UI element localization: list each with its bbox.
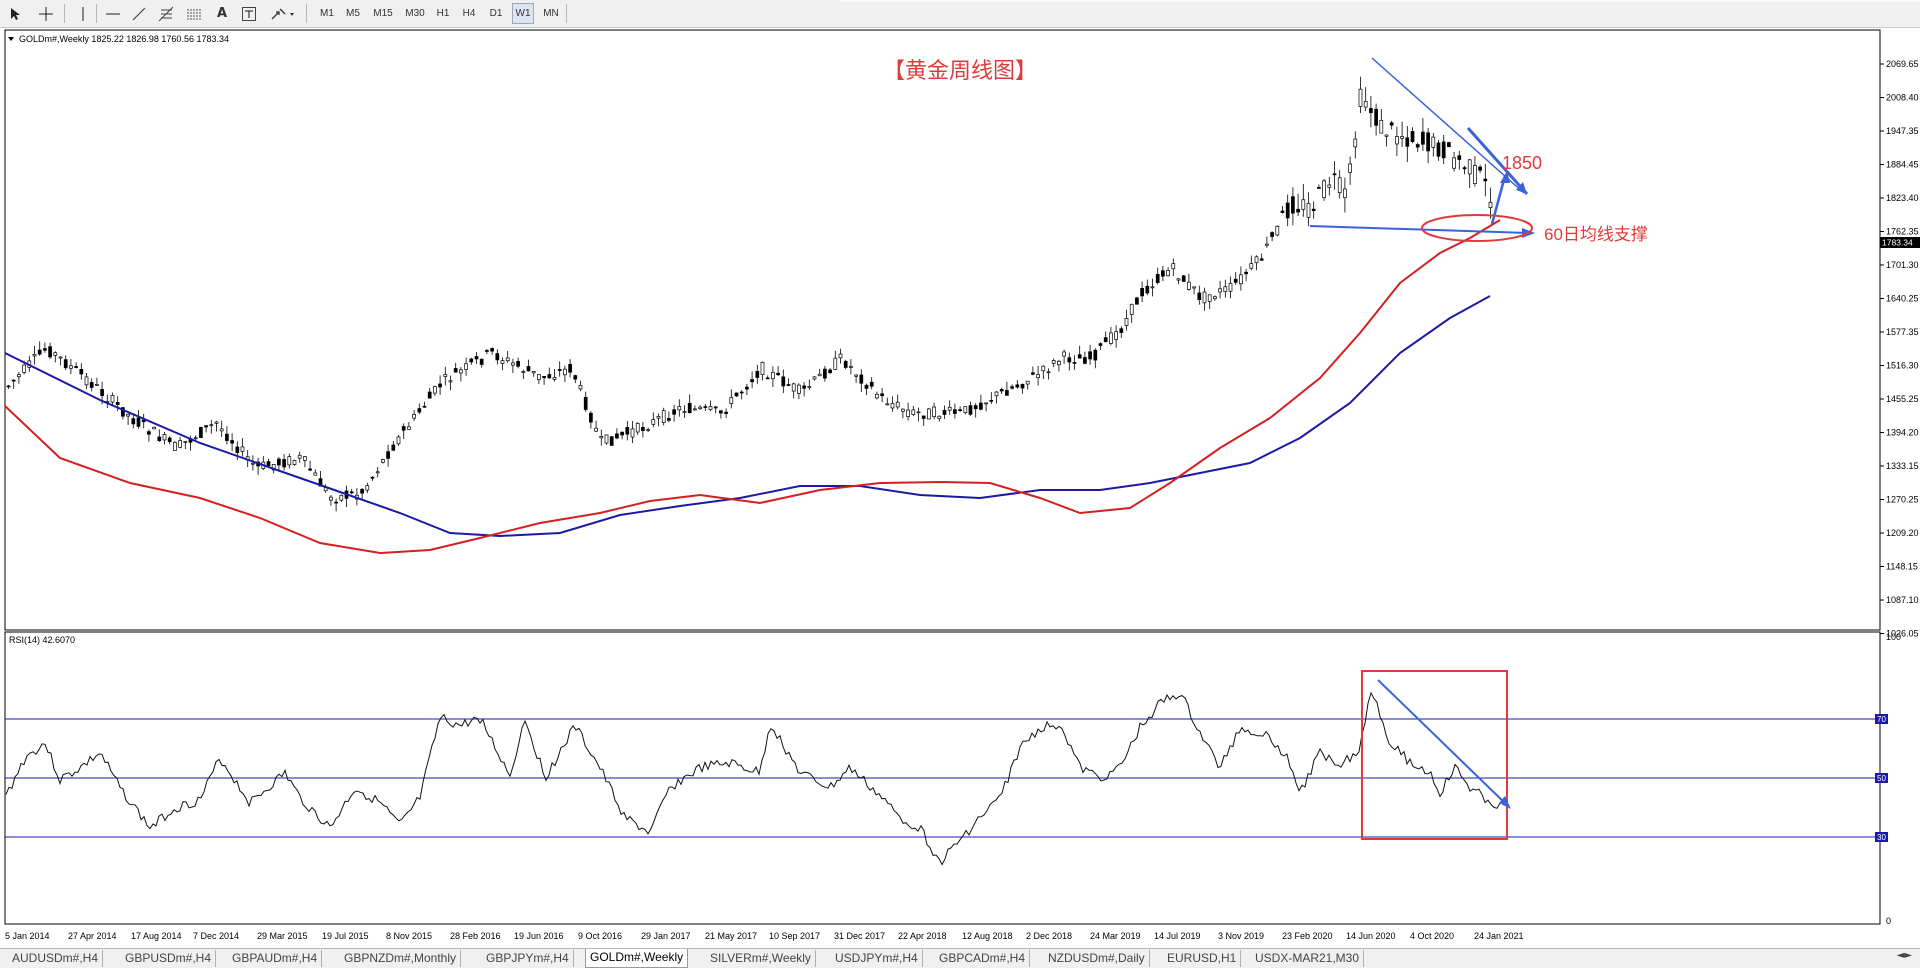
date-axis-label: 12 Aug 2018	[962, 931, 1013, 941]
main-pane	[4, 29, 1881, 631]
date-axis-label: 21 May 2017	[705, 931, 757, 941]
chart-tab[interactable]: GBPJPYm#,H4	[482, 950, 574, 967]
chart-tabs: AUDUSDm#,H4 GBPUSDm#,H4 GBPAUDm#,H4 GBPNZDm…	[0, 948, 1920, 968]
current-price-label: 1783.34	[1882, 238, 1913, 248]
date-axis-label: 29 Mar 2015	[257, 931, 308, 941]
price-axis-label: 1823.40	[1886, 193, 1919, 203]
annotation-support: 60日均线支撑	[1544, 225, 1648, 244]
cursor-icon[interactable]	[6, 3, 26, 24]
date-axis-label: 9 Oct 2016	[578, 931, 622, 941]
date-axis-label: 27 Apr 2014	[68, 931, 117, 941]
date-axis-label: 24 Mar 2019	[1090, 931, 1141, 941]
timeframe-m1[interactable]: M1	[316, 3, 338, 24]
timeframe-d1[interactable]: D1	[484, 3, 508, 24]
annotation-target: 1850	[1502, 153, 1542, 173]
date-axis-label: 19 Jun 2016	[514, 931, 564, 941]
date-axis-label: 22 Apr 2018	[898, 931, 947, 941]
price-axis-label: 1270.25	[1886, 495, 1919, 505]
timeframe-m30[interactable]: M30	[402, 3, 428, 24]
annotation-title: 【黄金周线图】	[883, 58, 1037, 83]
date-axis-label: 2 Dec 2018	[1026, 931, 1072, 941]
price-axis-label: 1087.10	[1886, 595, 1919, 605]
date-axis-label: 4 Oct 2020	[1410, 931, 1454, 941]
date-axis-label: 14 Jun 2020	[1346, 931, 1396, 941]
chart-tab[interactable]: GBPCADm#,H4	[935, 950, 1031, 967]
arrows-icon[interactable]	[270, 3, 298, 24]
text-label-icon[interactable]	[240, 3, 258, 24]
chart-tab[interactable]: AUDUSDm#,H4	[8, 950, 104, 967]
fibonacci-icon[interactable]	[156, 3, 176, 24]
timeframe-h4[interactable]: H4	[458, 3, 480, 24]
chart-tab[interactable]: USDX-MAR21,M30	[1251, 950, 1365, 967]
date-axis-label: 31 Dec 2017	[834, 931, 885, 941]
price-axis-label: 1762.35	[1886, 227, 1919, 237]
price-axis-label: 1333.15	[1886, 461, 1919, 471]
chart-canvas[interactable]: 2069.65 2008.40 1947.35 1884.45 1823.40 1762.…	[0, 28, 1920, 950]
text-icon[interactable]: A	[214, 3, 230, 24]
date-axis-label: 10 Sep 2017	[769, 931, 820, 941]
rsi-info: RSI(14) 42.6070	[9, 635, 75, 645]
price-axis-label: 1148.15	[1886, 562, 1918, 572]
price-axis-label: 2008.40	[1886, 93, 1919, 103]
price-axis-label: 1577.35	[1886, 327, 1919, 337]
vertical-line-icon[interactable]	[76, 3, 90, 24]
price-axis-label: 1884.45	[1886, 160, 1919, 170]
timeframe-mn[interactable]: MN	[538, 3, 564, 24]
chart-tab[interactable]: NZDUSDm#,Daily	[1044, 950, 1150, 967]
date-axis-label: 19 Jul 2015	[322, 931, 369, 941]
price-axis-label: 1701.30	[1886, 260, 1919, 270]
timeframe-w1[interactable]: W1	[512, 3, 534, 24]
toolbar: A M1 M5 M15 M30 H1 H4 D1 W1 MN	[0, 0, 1920, 28]
date-axis-label: 5 Jan 2014	[5, 931, 50, 941]
date-axis-label: 8 Nov 2015	[386, 931, 432, 941]
rsi-axis: 100 0	[1886, 632, 1901, 926]
chart-tab[interactable]: EURUSD,H1	[1163, 950, 1242, 967]
price-axis-label: 1640.25	[1886, 294, 1919, 304]
price-axis-label: 2069.65	[1886, 59, 1919, 69]
chart-tab[interactable]: SILVERm#,Weekly	[706, 950, 816, 967]
price-axis-label: 1516.30	[1886, 361, 1919, 371]
chart-tab[interactable]: GBPNZDm#,Monthly	[340, 950, 462, 967]
chart-window[interactable]: 2069.65 2008.40 1947.35 1884.45 1823.40 1762.…	[0, 28, 1920, 950]
price-axis-label: 1394.20	[1886, 428, 1919, 438]
chart-info: GOLDm#,Weekly 1825.22 1826.98 1760.56 17…	[19, 34, 229, 44]
date-axis-label: 3 Nov 2019	[1218, 931, 1264, 941]
date-axis-label: 29 Jan 2017	[641, 931, 691, 941]
chart-tab[interactable]: GBPUSDm#,H4	[121, 950, 217, 967]
date-axis-label: 7 Dec 2014	[193, 931, 239, 941]
rsi-axis-label: 100	[1886, 632, 1901, 642]
trendline-icon[interactable]	[130, 3, 148, 24]
price-axis-label: 1947.35	[1886, 126, 1919, 136]
price-axis-label: 1455.25	[1886, 394, 1919, 404]
timeframe-m15[interactable]: M15	[368, 3, 398, 24]
date-axis-label: 28 Feb 2016	[450, 931, 501, 941]
chart-tab[interactable]: GBPAUDm#,H4	[228, 950, 323, 967]
horizontal-line-icon[interactable]	[104, 3, 122, 24]
crosshair-icon[interactable]	[36, 3, 56, 24]
chart-tab[interactable]: USDJPYm#,H4	[831, 950, 923, 967]
date-axis-label: 24 Jan 2021	[1474, 931, 1524, 941]
timeframe-m5[interactable]: M5	[342, 3, 364, 24]
channel-icon[interactable]	[184, 3, 204, 24]
date-axis: 5 Jan 2014 27 Apr 2014 17 Aug 2014 7 Dec 20…	[5, 931, 1524, 941]
price-axis: 2069.65 2008.40 1947.35 1884.45 1823.40 1762.…	[1880, 59, 1919, 639]
chart-tab[interactable]: GOLDm#,Weekly	[585, 949, 689, 968]
date-axis-label: 23 Feb 2020	[1282, 931, 1333, 941]
date-axis-label: 17 Aug 2014	[131, 931, 182, 941]
tab-scroll-arrows-icon[interactable]: ◄►	[1897, 950, 1912, 961]
rsi-level-badge: 50	[1877, 774, 1886, 783]
timeframe-h1[interactable]: H1	[432, 3, 454, 24]
date-axis-label: 14 Jul 2019	[1154, 931, 1201, 941]
price-axis-label: 1209.20	[1886, 528, 1919, 538]
rsi-axis-label: 0	[1886, 916, 1891, 926]
rsi-level-badge: 70	[1877, 715, 1886, 724]
rsi-level-badge: 30	[1877, 833, 1886, 842]
